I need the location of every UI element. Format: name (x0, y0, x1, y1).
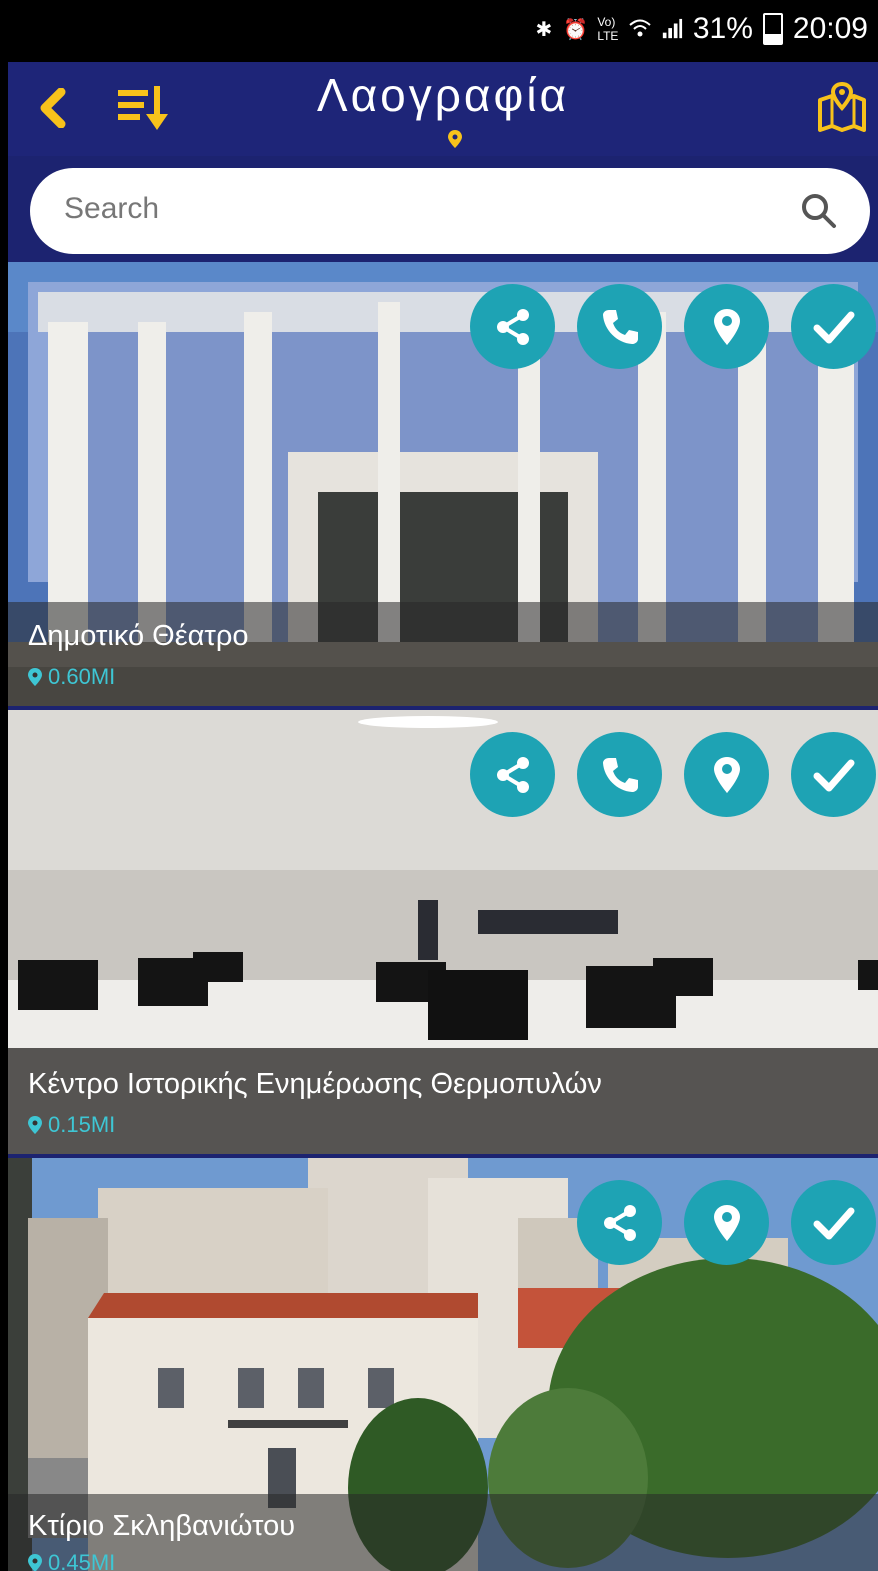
page-title: Λαογραφία (316, 69, 570, 121)
search-icon (802, 194, 836, 228)
place-name: Κτίριο Σκληβανιώτου (28, 1510, 296, 1542)
distance-value: 0.60MI (48, 664, 116, 689)
status-bar: ✱ ⏰ Vo) LTE 31% 20:09 (8, 0, 878, 62)
place-card[interactable]: Κέντρο Ιστορικής Ενημέρωσης Θερμοπυλών 0… (8, 710, 878, 1154)
share-button[interactable] (577, 1180, 662, 1265)
card-caption: Κέντρο Ιστορικής Ενημέρωσης Θερμοπυλών 0… (8, 1048, 878, 1154)
share-icon (496, 308, 529, 345)
volte-icon: Vo) LTE (597, 15, 619, 43)
check-button[interactable] (791, 732, 876, 817)
distance-value: 0.45MI (48, 1550, 116, 1571)
location-button[interactable] (684, 732, 769, 817)
wifi-icon (629, 17, 651, 41)
search-input[interactable]: Search (64, 192, 159, 226)
card-actions (470, 284, 876, 369)
distance-pin-icon (28, 668, 42, 686)
place-name: Κέντρο Ιστορικής Ενημέρωσης Θερμοπυλών (28, 1068, 602, 1100)
location-pin-icon (713, 756, 740, 793)
share-icon (603, 1204, 636, 1241)
share-button[interactable] (470, 284, 555, 369)
search-bar[interactable]: Search (30, 168, 870, 254)
check-icon (813, 1207, 854, 1239)
location-pin-icon (713, 1204, 740, 1241)
place-distance: 0.15MI (28, 1112, 115, 1138)
place-distance: 0.60MI (28, 664, 115, 690)
check-button[interactable] (791, 284, 876, 369)
place-card[interactable]: Δημοτικό Θέατρο 0.60MI (8, 262, 878, 706)
distance-pin-icon (28, 1554, 42, 1571)
location-button[interactable] (684, 1180, 769, 1265)
app-bar: Λαογραφία (8, 62, 878, 156)
check-icon (813, 311, 854, 343)
phone-icon (602, 309, 638, 344)
card-actions (470, 732, 876, 817)
check-icon (813, 759, 854, 791)
card-caption: Δημοτικό Θέατρο 0.60MI (8, 602, 878, 706)
check-button[interactable] (791, 1180, 876, 1265)
call-button[interactable] (577, 732, 662, 817)
map-view-button[interactable] (814, 81, 870, 134)
bluetooth-icon: ✱ (535, 18, 553, 41)
place-distance: 0.45MI (28, 1550, 115, 1571)
share-icon (496, 756, 529, 793)
clock: 20:09 (792, 12, 868, 45)
signal-icon (661, 17, 683, 41)
card-caption: Κτίριο Σκληβανιώτου 0.45MI (8, 1494, 878, 1571)
search-button[interactable] (796, 188, 842, 234)
battery-percent: 31% (692, 12, 753, 45)
place-card[interactable]: Κτίριο Σκληβανιώτου 0.45MI (8, 1158, 878, 1571)
location-button[interactable] (684, 284, 769, 369)
distance-value: 0.15MI (48, 1112, 116, 1137)
distance-pin-icon (28, 1116, 42, 1134)
share-button[interactable] (470, 732, 555, 817)
map-icon (818, 81, 866, 132)
location-pin-icon (448, 130, 462, 148)
card-actions (577, 1180, 876, 1265)
location-pin-icon (713, 308, 740, 345)
call-button[interactable] (577, 284, 662, 369)
place-name: Δημοτικό Θέατρο (28, 620, 249, 652)
phone-icon (602, 757, 638, 792)
alarm-icon: ⏰ (563, 18, 589, 41)
app-screen: ✱ ⏰ Vo) LTE 31% 20:09 Λαογραφία Search Δ… (8, 0, 878, 1571)
battery-icon (762, 13, 783, 45)
